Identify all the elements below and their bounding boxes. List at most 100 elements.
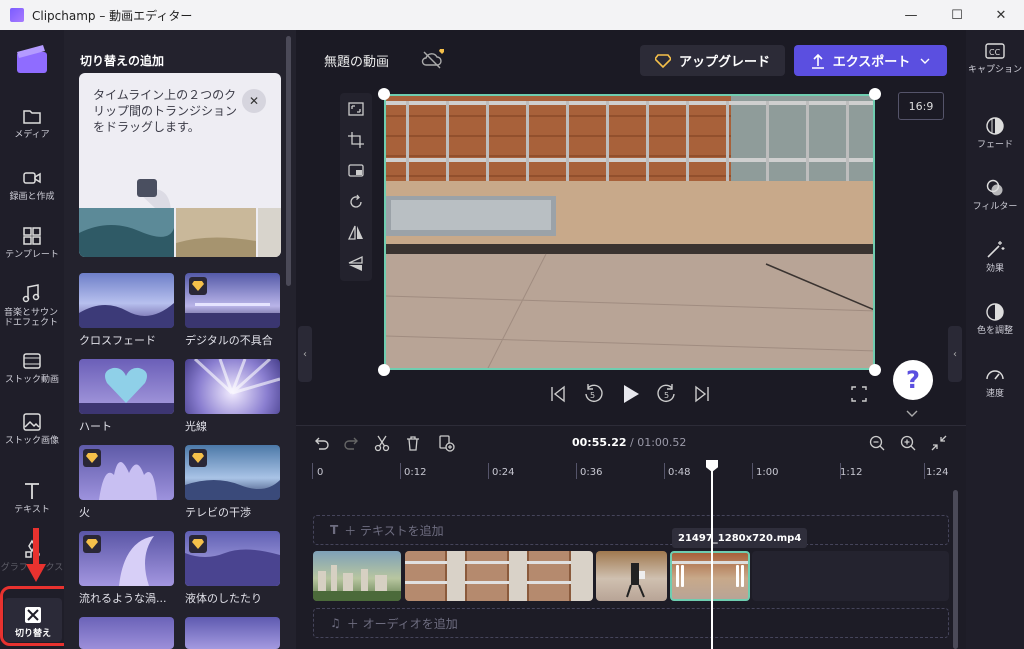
- close-tip-button[interactable]: ✕: [242, 89, 266, 113]
- selected-video-clip[interactable]: [670, 551, 750, 601]
- transition-thumbnail[interactable]: [79, 617, 174, 649]
- aspect-ratio-button[interactable]: 16:9: [898, 92, 944, 120]
- tip-card: タイムライン上の２つのクリップ間のトランジションをドラッグします。 ✕: [79, 73, 281, 257]
- transition-heart-thumbnail[interactable]: [79, 359, 174, 414]
- premium-diamond-icon: [189, 277, 207, 295]
- svg-text:5: 5: [664, 391, 669, 400]
- video-clip[interactable]: [313, 551, 401, 601]
- ruler-tick-label: 1:00: [756, 467, 779, 478]
- chevron-down-icon[interactable]: [906, 410, 918, 418]
- transition-crossfade-thumbnail[interactable]: [79, 273, 174, 328]
- panel-scrollbar[interactable]: [286, 36, 291, 286]
- preview-frame-image: [386, 96, 873, 368]
- transition-fire-thumbnail[interactable]: [79, 445, 174, 500]
- nav-templates[interactable]: テンプレート: [0, 225, 64, 260]
- upgrade-button[interactable]: アップグレード: [640, 45, 785, 76]
- premium-diamond-icon: [654, 53, 671, 68]
- delete-icon[interactable]: [404, 434, 422, 452]
- close-icon[interactable]: ✕: [978, 0, 1024, 30]
- nav-stock-video[interactable]: ストック動画: [0, 350, 64, 385]
- nav-music-sfx[interactable]: 音楽とサウンドエフェクト: [0, 283, 62, 328]
- transition-light-rays-thumbnail[interactable]: [185, 359, 280, 414]
- nav-record-create[interactable]: 録画と作成: [0, 167, 64, 202]
- transition-label: 流れるような渦...: [79, 592, 167, 605]
- pip-icon[interactable]: [347, 162, 365, 180]
- maximize-icon[interactable]: ☐: [934, 0, 980, 30]
- transition-label: テレビの干渉: [185, 506, 251, 519]
- premium-diamond-icon: [189, 449, 207, 467]
- skip-forward-icon[interactable]: [692, 382, 712, 406]
- timeline-ruler[interactable]: 0 0:12 0:24 0:36 0:48 1:00 1:12 1:24: [312, 463, 952, 485]
- transition-tv-interference-thumbnail[interactable]: [185, 445, 280, 500]
- cc-icon: CC: [985, 43, 1005, 59]
- resize-handle[interactable]: [869, 88, 881, 100]
- add-audio-track[interactable]: ♫ ＋ オーディオを追加: [313, 608, 949, 638]
- fit-icon[interactable]: [347, 100, 365, 118]
- annotation-arrow-icon: [26, 528, 46, 582]
- rewind-5-icon[interactable]: 5: [582, 382, 604, 406]
- camera-icon: [23, 172, 41, 184]
- video-preview[interactable]: [384, 94, 875, 370]
- transition-swirl-thumbnail[interactable]: [79, 531, 174, 586]
- zoom-in-icon[interactable]: [899, 434, 917, 452]
- playhead[interactable]: [711, 462, 713, 649]
- flip-horizontal-icon[interactable]: [347, 224, 365, 242]
- text-icon: T: [330, 523, 339, 537]
- transition-liquid-drip-thumbnail[interactable]: [185, 531, 280, 586]
- nav-effects[interactable]: 効果: [966, 239, 1024, 274]
- svg-text:5: 5: [590, 391, 595, 400]
- forward-5-icon[interactable]: 5: [656, 382, 678, 406]
- timeline-scrollbar[interactable]: [953, 490, 958, 649]
- transition-thumbnail[interactable]: [185, 617, 280, 649]
- skip-back-icon[interactable]: [548, 382, 568, 406]
- help-button[interactable]: ?: [893, 360, 933, 400]
- transition-label: 光線: [185, 420, 207, 433]
- nav-stock-images[interactable]: ストック画像: [0, 411, 64, 446]
- nav-speed[interactable]: 速度: [966, 364, 1024, 399]
- transition-label: デジタルの不具合: [185, 334, 273, 347]
- panel-title: 切り替えの追加: [80, 54, 165, 68]
- nav-adjust-colors[interactable]: 色を調整: [966, 301, 1024, 336]
- nav-media[interactable]: メディア: [0, 105, 64, 140]
- rotate-icon[interactable]: [347, 193, 365, 211]
- nav-fade[interactable]: フェード: [966, 115, 1024, 150]
- film-icon: [23, 353, 41, 369]
- crop-icon[interactable]: [347, 131, 365, 149]
- zoom-out-icon[interactable]: [868, 434, 886, 452]
- clipchamp-logo: [17, 45, 47, 73]
- project-name[interactable]: 無題の動画: [312, 44, 401, 76]
- resize-handle[interactable]: [378, 88, 390, 100]
- clip-name-tooltip: 21497_1280x720.mp4: [672, 528, 808, 548]
- resize-handle[interactable]: [869, 364, 881, 376]
- svg-text:CC: CC: [989, 48, 1001, 57]
- timecode: 00:55.22 / 01:00.52: [572, 436, 687, 449]
- text-icon: [25, 483, 39, 499]
- collapse-properties-button[interactable]: ‹: [948, 326, 962, 382]
- nav-text[interactable]: テキスト: [0, 480, 64, 515]
- nav-filters[interactable]: フィルター: [966, 177, 1024, 212]
- nav-captions[interactable]: CC キャプション: [966, 40, 1024, 75]
- cloud-off-icon[interactable]: [420, 48, 444, 72]
- video-clip[interactable]: [596, 551, 667, 601]
- split-scissors-icon[interactable]: [373, 434, 391, 452]
- resize-handle[interactable]: [378, 364, 390, 376]
- export-button[interactable]: エクスポート: [794, 45, 947, 76]
- premium-diamond-icon: [189, 535, 207, 553]
- add-text-track[interactable]: T ＋ テキストを追加: [313, 515, 949, 545]
- play-icon[interactable]: [620, 382, 642, 406]
- collapse-panel-button[interactable]: ‹: [298, 326, 312, 382]
- ruler-tick-label: 0:48: [668, 467, 691, 478]
- undo-icon[interactable]: [312, 434, 330, 452]
- fit-timeline-icon[interactable]: [930, 434, 948, 452]
- folder-icon: [23, 110, 41, 124]
- redo-icon[interactable]: [343, 434, 361, 452]
- minimize-icon[interactable]: —: [888, 0, 934, 30]
- effects-icon: [987, 241, 1005, 258]
- duplicate-icon[interactable]: [437, 434, 455, 452]
- fullscreen-icon[interactable]: [850, 382, 868, 406]
- transition-digital-glitch-thumbnail[interactable]: [185, 273, 280, 328]
- flip-vertical-icon[interactable]: [347, 255, 365, 273]
- video-clip[interactable]: [405, 551, 593, 601]
- filter-icon: [986, 179, 1003, 196]
- preview-toolbar: [340, 93, 372, 281]
